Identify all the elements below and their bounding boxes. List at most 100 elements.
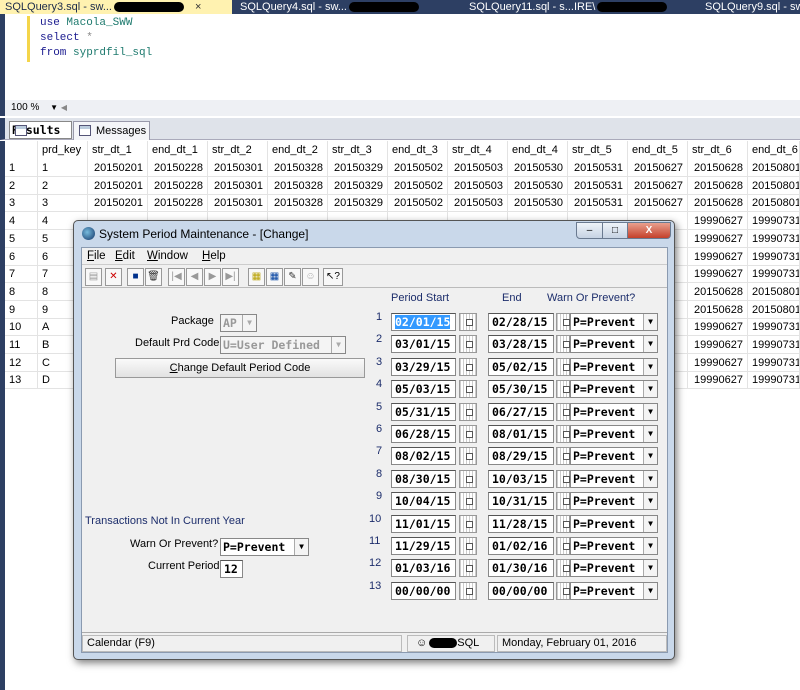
period-end-input[interactable]: 05/02/15 <box>488 357 554 376</box>
calendar-icon[interactable] <box>556 425 570 443</box>
period-start-input[interactable]: 01/03/16 <box>391 559 456 578</box>
chevron-down-icon[interactable]: ▼ <box>643 403 657 420</box>
period-start-input[interactable]: 11/01/15 <box>391 514 456 533</box>
trash-icon[interactable]: 🗑 <box>145 268 162 286</box>
tab-sqlquery9[interactable]: SQLQuery9.sql - sw <box>700 0 800 14</box>
chevron-down-icon[interactable]: ▼ <box>643 493 657 510</box>
table-cell[interactable]: 19990731 <box>748 247 800 266</box>
table-cell[interactable]: 20150531 <box>568 159 628 177</box>
users-icon[interactable]: ☺ <box>302 268 319 286</box>
chevron-down-icon[interactable]: ▼ <box>643 448 657 465</box>
table-cell[interactable]: 20150801 <box>748 282 800 301</box>
last-icon[interactable]: ▶| <box>222 268 239 286</box>
warn-or-prevent-select[interactable]: P=Prevent ▼ <box>570 469 658 488</box>
grid-header-row[interactable]: prd_key str_dt_1 end_dt_1 str_dt_2 end_dt_2 s… <box>5 141 800 159</box>
period-start-input[interactable]: 00/00/00 <box>391 581 456 600</box>
calendar-icon[interactable] <box>556 447 570 466</box>
calendar-icon[interactable] <box>459 402 477 421</box>
row-number[interactable]: 11 <box>5 336 38 354</box>
table-cell[interactable]: 19990627 <box>688 371 748 390</box>
table-cell[interactable]: 20150228 <box>148 159 208 177</box>
table-row[interactable]: 1 1 20150201 20150228 20150301 20150328 201503… <box>5 159 800 177</box>
tab-results[interactable]: Results <box>9 121 72 139</box>
column-header[interactable]: str_dt_4 <box>448 141 508 159</box>
table-cell[interactable]: 20150228 <box>148 194 208 213</box>
table-cell[interactable]: 20150201 <box>88 159 148 177</box>
calendar-icon[interactable] <box>556 313 570 331</box>
row-number[interactable]: 8 <box>5 282 38 301</box>
table-cell[interactable]: 20150628 <box>688 176 748 195</box>
calendar-icon[interactable] <box>459 492 477 511</box>
scroll-left-icon[interactable]: ◀ <box>61 103 67 112</box>
chevron-down-icon[interactable]: ▼ <box>643 560 657 577</box>
row-number[interactable]: 6 <box>5 247 38 266</box>
period-end-input[interactable]: 01/02/16 <box>488 537 554 555</box>
period-start-input[interactable]: 05/31/15 <box>391 402 456 421</box>
table-cell[interactable]: 20150301 <box>208 176 268 195</box>
table-cell[interactable]: 19990731 <box>748 265 800 284</box>
column-header[interactable]: str_dt_5 <box>568 141 628 159</box>
chevron-down-icon[interactable]: ▼ <box>643 582 657 599</box>
warn-or-prevent-select[interactable]: P=Prevent ▼ <box>570 514 658 533</box>
table-cell[interactable]: 19990731 <box>748 371 800 390</box>
change-default-period-code-button[interactable]: Change Default Period Code <box>115 358 365 378</box>
table-cell[interactable]: 20150503 <box>448 159 508 177</box>
menu-item[interactable]: Window <box>147 250 188 262</box>
chevron-down-icon[interactable]: ▼ <box>643 515 657 532</box>
table-cell[interactable]: 20150329 <box>328 176 388 195</box>
period-start-input[interactable]: 06/28/15 <box>391 425 456 443</box>
table-cell[interactable]: 20150228 <box>148 176 208 195</box>
period-end-input[interactable]: 06/27/15 <box>488 402 554 421</box>
period-end-input[interactable]: 08/29/15 <box>488 447 554 466</box>
help-pointer-icon[interactable]: ↖? <box>323 268 343 286</box>
table-cell[interactable]: 20150329 <box>328 194 388 213</box>
default-prd-code-select[interactable]: U=User Defined ▼ <box>220 336 346 354</box>
chevron-down-icon[interactable]: ▼ <box>643 358 657 375</box>
first-icon[interactable]: |◀ <box>168 268 185 286</box>
period-start-input[interactable]: 02/01/15 <box>391 313 456 331</box>
row-number[interactable]: 10 <box>5 318 38 337</box>
calendar-icon[interactable] <box>556 380 570 399</box>
row-number[interactable]: 9 <box>5 300 38 319</box>
period-start-input[interactable]: 03/01/15 <box>391 335 456 354</box>
calendar-icon[interactable] <box>459 447 477 466</box>
warn-or-prevent-select[interactable]: P=Prevent ▼ <box>570 402 658 421</box>
table-cell[interactable]: 20150328 <box>268 194 328 213</box>
table-cell[interactable]: 19990627 <box>688 318 748 337</box>
chevron-down-icon[interactable]: ▼ <box>643 470 657 487</box>
table-cell[interactable]: 20150627 <box>628 176 688 195</box>
period-start-input[interactable]: 08/02/15 <box>391 447 456 466</box>
delete-icon[interactable]: ✕ <box>105 268 122 286</box>
tab-sqlquery4[interactable]: SQLQuery4.sql - sw... <box>235 0 465 14</box>
period-start-input[interactable]: 03/29/15 <box>391 357 456 376</box>
table-cell[interactable]: 3 <box>38 194 88 213</box>
maximize-button[interactable]: □ <box>602 222 628 239</box>
period-end-input[interactable]: 10/31/15 <box>488 492 554 511</box>
table-cell[interactable]: 20150328 <box>268 176 328 195</box>
row-number[interactable]: 3 <box>5 194 38 213</box>
row-number[interactable]: 5 <box>5 229 38 248</box>
table-cell[interactable]: 20150502 <box>388 176 448 195</box>
row-number[interactable]: 1 <box>5 159 38 177</box>
warn-or-prevent-select[interactable]: P=Prevent ▼ <box>570 357 658 376</box>
chevron-down-icon[interactable]: ▼ <box>294 539 308 555</box>
column-header[interactable]: prd_key <box>38 141 88 159</box>
table-cell[interactable]: 20150328 <box>268 159 328 177</box>
table-cell[interactable]: 20150627 <box>628 194 688 213</box>
period-end-input[interactable]: 03/28/15 <box>488 335 554 354</box>
chevron-down-icon[interactable]: ▼ <box>50 103 58 112</box>
menu-item[interactable]: File <box>87 250 106 262</box>
chevron-down-icon[interactable]: ▼ <box>643 381 657 398</box>
table-cell[interactable]: 20150801 <box>748 159 800 177</box>
row-number[interactable]: 4 <box>5 212 38 231</box>
table-cell[interactable]: 20150530 <box>508 176 568 195</box>
table-cell[interactable]: 20150628 <box>688 159 748 177</box>
period-start-input[interactable]: 08/30/15 <box>391 469 456 488</box>
table-row[interactable]: 2 2 20150201 20150228 20150301 20150328 201503… <box>5 176 800 195</box>
warn-or-prevent-select[interactable]: P=Prevent ▼ <box>570 492 658 511</box>
table-cell[interactable]: 20150628 <box>688 194 748 213</box>
prev-icon[interactable]: ◀ <box>186 268 203 286</box>
calendar-icon[interactable] <box>459 335 477 354</box>
warn-or-prevent-select[interactable]: P=Prevent ▼ <box>220 538 309 556</box>
close-button[interactable]: X <box>627 222 671 239</box>
